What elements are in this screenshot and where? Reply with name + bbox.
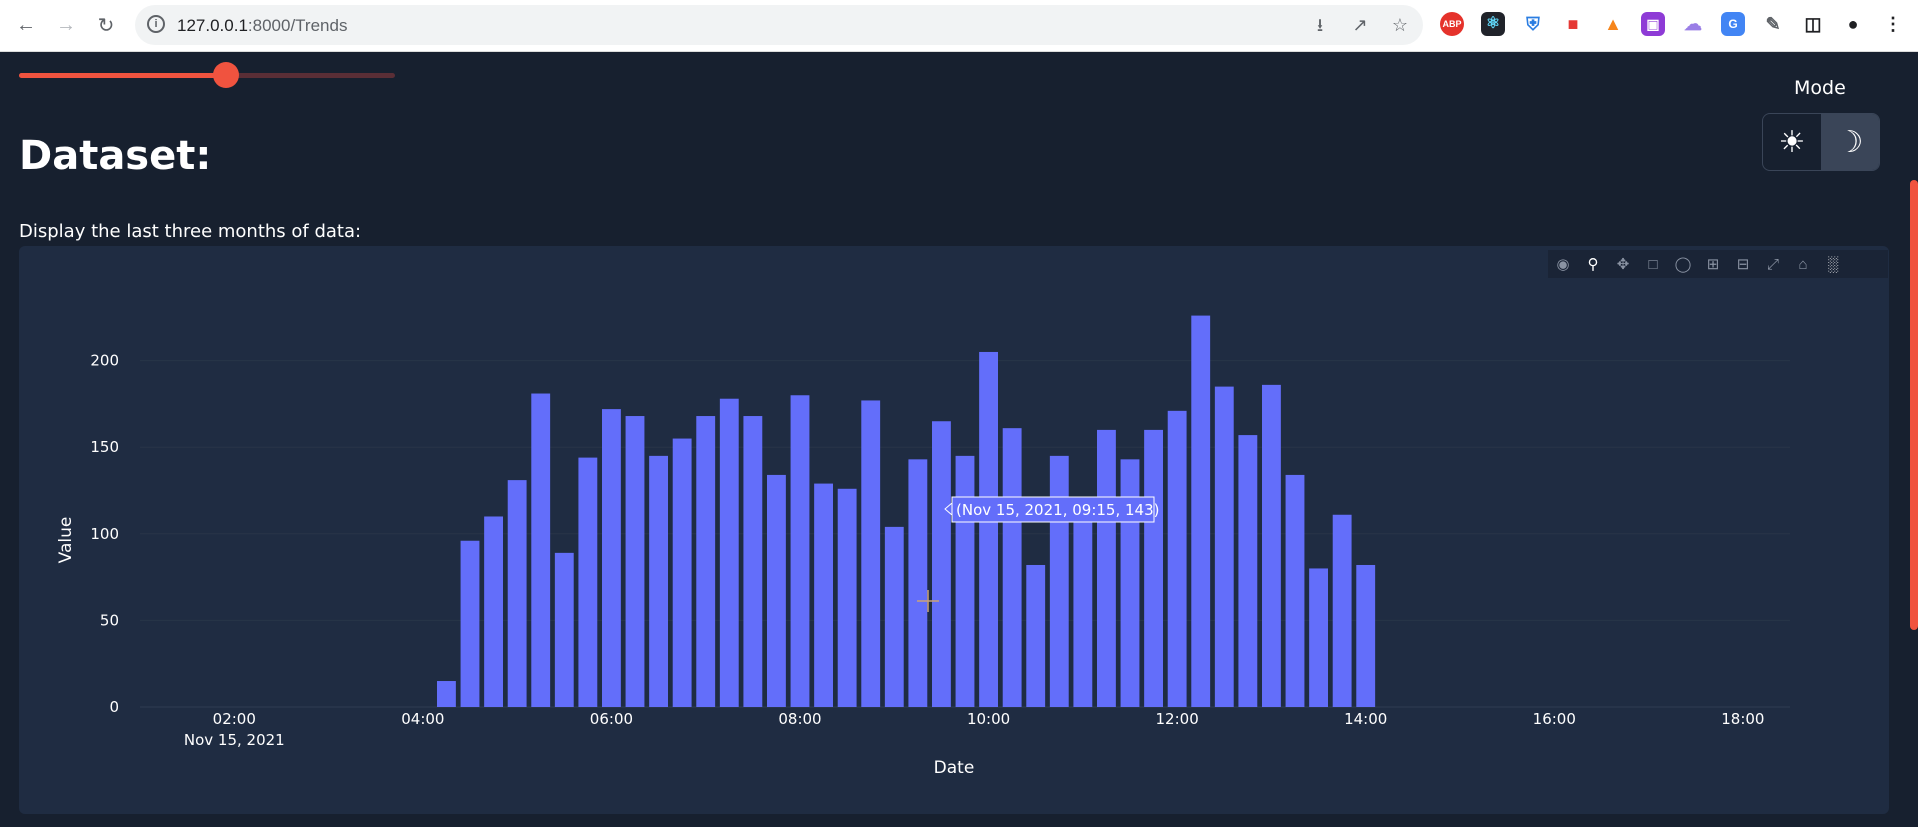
plotly-logo-icon[interactable]: ░ (1818, 250, 1848, 278)
chart-bar[interactable] (767, 474, 786, 707)
y-tick-label: 150 (90, 438, 119, 456)
x-tick-label: 08:00 (778, 710, 821, 728)
chart-bar[interactable] (554, 552, 574, 707)
chart-bar[interactable] (1191, 315, 1211, 707)
autoscale-icon[interactable]: ⤢ (1758, 250, 1788, 278)
x-tick-label: 06:00 (590, 710, 633, 728)
y-tick-label: 200 (90, 352, 119, 370)
chart-bar[interactable] (1309, 568, 1328, 707)
chart-bar[interactable] (1262, 384, 1281, 707)
chart-bar[interactable] (484, 516, 503, 707)
x-tick-label: 16:00 (1533, 710, 1576, 728)
x-tick-label: 04:00 (401, 710, 444, 728)
x-tick-labels: 02:00 Nov 15, 2021 04:00 06:00 08:00 10:00 12:… (184, 710, 1765, 749)
zoom-out-icon[interactable]: ⊟ (1728, 250, 1758, 278)
chart-bar[interactable] (979, 351, 998, 707)
lasso-select-icon[interactable]: ◯ (1668, 250, 1698, 278)
chart-bar[interactable] (696, 416, 716, 707)
chart-bar[interactable] (790, 395, 810, 707)
chart-bar[interactable] (1167, 410, 1187, 707)
chart-bar[interactable] (625, 416, 645, 707)
tooltip-text: (Nov 15, 2021, 09:15, 143) (956, 501, 1159, 519)
box-select-icon[interactable]: □ (1638, 250, 1668, 278)
chart-bar[interactable] (1238, 435, 1258, 707)
chart-bar[interactable] (955, 455, 975, 707)
page-scrollbar[interactable] (1910, 180, 1918, 630)
chart-bar[interactable] (837, 488, 857, 707)
x-tick-label: 02:00 (213, 710, 256, 728)
y-tick-label: 50 (100, 611, 119, 629)
y-tick-label: 100 (90, 525, 119, 543)
chart-bar[interactable] (719, 398, 739, 707)
y-axis-label: Value (56, 517, 76, 564)
chart-bar[interactable] (814, 483, 833, 707)
chart-bar[interactable] (1097, 429, 1116, 707)
chart-bar[interactable] (1002, 428, 1022, 707)
chart-bar[interactable] (908, 459, 928, 707)
hover-tooltip: (Nov 15, 2021, 09:15, 143) (944, 496, 1159, 523)
y-tick-label: 0 (109, 698, 119, 716)
zoom-icon[interactable]: ⚲ (1578, 250, 1608, 278)
bar-chart[interactable]: 0 50 100 150 200 02:00 Nov 15, 2021 04:00 06:00… (0, 0, 1918, 827)
chart-bar[interactable] (743, 416, 763, 707)
chart-bar[interactable] (932, 421, 951, 707)
chart-bar[interactable] (884, 526, 904, 707)
x-tick-label: 14:00 (1344, 710, 1387, 728)
chart-bar[interactable] (1026, 564, 1046, 707)
chart-bar[interactable] (1073, 499, 1093, 707)
chart-bar[interactable] (578, 457, 598, 707)
reset-axes-home-icon[interactable]: ⌂ (1788, 250, 1818, 278)
y-tick-labels: 0 50 100 150 200 (90, 352, 119, 716)
x-tick-date-label: Nov 15, 2021 (184, 731, 285, 749)
chart-bar[interactable] (1120, 459, 1140, 707)
chart-bar[interactable] (507, 480, 527, 707)
chart-bar[interactable] (1356, 564, 1376, 707)
chart-bar[interactable] (531, 393, 551, 707)
chart-bar[interactable] (861, 400, 881, 707)
chart-bar[interactable] (602, 409, 621, 707)
camera-download-icon[interactable]: ◉ (1548, 250, 1578, 278)
zoom-in-icon[interactable]: ⊞ (1698, 250, 1728, 278)
chart-modebar: ◉ ⚲ ✥ □ ◯ ⊞ ⊟ ⤢ ⌂ ░ (1548, 250, 1888, 278)
chart-bar[interactable] (460, 540, 480, 707)
chart-bar[interactable] (1049, 455, 1069, 707)
chart-bar[interactable] (1214, 386, 1234, 707)
pan-icon[interactable]: ✥ (1608, 250, 1638, 278)
x-tick-label: 18:00 (1721, 710, 1764, 728)
x-tick-label: 12:00 (1156, 710, 1199, 728)
chart-bar[interactable] (437, 681, 456, 707)
chart-bars (437, 315, 1376, 707)
x-axis-label: Date (934, 758, 975, 778)
chart-bar[interactable] (1332, 514, 1352, 707)
chart-bar[interactable] (649, 455, 668, 707)
chart-bar[interactable] (672, 438, 692, 707)
x-tick-label: 10:00 (967, 710, 1010, 728)
chart-bar[interactable] (1285, 474, 1305, 707)
chart-bar[interactable] (1144, 429, 1163, 707)
